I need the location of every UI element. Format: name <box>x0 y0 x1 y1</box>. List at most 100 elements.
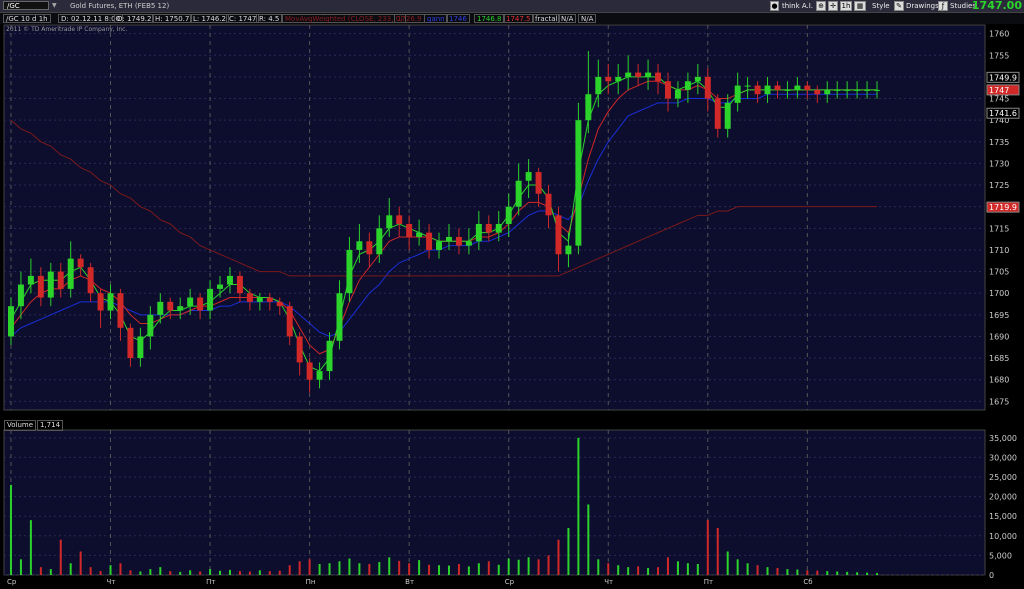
candle-body <box>465 241 472 246</box>
day-label: Чт <box>107 578 116 586</box>
volume-tick-label: 25,000 <box>989 473 1017 482</box>
candle-body <box>57 271 64 289</box>
candle-body <box>306 362 313 380</box>
volume-tick-label: 10,000 <box>989 532 1017 541</box>
day-label: Пт <box>704 578 713 586</box>
volume-bar <box>846 571 849 575</box>
volume-value: 1,714 <box>37 420 64 431</box>
candle-body <box>37 275 44 298</box>
candle-body <box>266 297 273 302</box>
volume-bar <box>756 565 759 575</box>
candle-body <box>495 223 502 233</box>
volume-bar <box>149 569 152 575</box>
volume-bar <box>806 570 809 575</box>
volume-bar <box>597 559 600 575</box>
candle-body <box>525 172 532 181</box>
volume-bar <box>736 559 739 575</box>
volume-bar <box>9 484 12 575</box>
candle-body <box>485 223 492 233</box>
volume-bar <box>567 527 570 575</box>
volume-bar <box>179 571 182 575</box>
candle-body <box>515 180 522 207</box>
volume-bar <box>288 565 291 575</box>
candle-body <box>326 340 333 372</box>
volume-bar <box>766 567 769 575</box>
candle-body <box>207 288 214 311</box>
volume-bar <box>258 570 261 575</box>
day-label: Пт <box>206 578 215 586</box>
price-tick-label: 1695 <box>989 311 1009 320</box>
price-tick-label: 1700 <box>989 289 1009 298</box>
volume-bar <box>438 565 441 575</box>
candle-body <box>167 301 174 311</box>
volume-pane <box>3 429 986 576</box>
candle-body <box>217 284 224 289</box>
volume-bar <box>29 520 32 575</box>
candle-body <box>356 241 363 250</box>
price-tick-label: 1685 <box>989 354 1009 363</box>
volume-bar <box>199 571 202 575</box>
candle-body <box>804 85 811 90</box>
candle-body <box>834 89 841 91</box>
volume-bar <box>696 564 699 575</box>
volume-bar <box>447 565 450 575</box>
candle-body <box>565 245 572 255</box>
price-marker-label: 1741.6 <box>989 109 1017 118</box>
candle-body <box>187 297 194 307</box>
candle-body <box>147 314 154 337</box>
day-label: Ср <box>7 578 17 586</box>
volume-bar <box>19 559 22 575</box>
volume-bar <box>368 564 371 575</box>
volume-bar <box>338 561 341 575</box>
candle-body <box>814 89 821 95</box>
volume-bar <box>209 569 212 575</box>
volume-bar <box>577 437 580 575</box>
candle-body <box>197 297 204 311</box>
price-tick-label: 1715 <box>989 224 1009 233</box>
volume-bar <box>517 559 520 575</box>
volume-bar <box>587 504 590 575</box>
candle-body <box>864 89 871 91</box>
volume-bar <box>139 571 142 575</box>
volume-bar <box>706 520 709 575</box>
volume-bar <box>129 570 132 575</box>
volume-bar <box>637 566 640 575</box>
price-tick-label: 1690 <box>989 332 1009 341</box>
volume-tick-label: 30,000 <box>989 453 1017 462</box>
price-tick-label: 1745 <box>989 95 1009 104</box>
volume-bar <box>79 551 82 575</box>
volume-bar <box>796 569 799 575</box>
candle-body <box>256 297 263 302</box>
candle-body <box>246 293 253 302</box>
volume-label: Volume <box>4 420 37 431</box>
volume-bar <box>219 570 222 575</box>
price-tick-label: 1705 <box>989 268 1009 277</box>
volume-bar <box>726 551 729 575</box>
day-label: Чт <box>604 578 613 586</box>
price-chart[interactable]: 1760175517501745174017351730172517201715… <box>0 0 1024 589</box>
volume-bar <box>408 563 411 575</box>
candle-body <box>664 81 671 99</box>
volume-bar <box>358 563 361 575</box>
volume-bar <box>607 563 610 575</box>
volume-bar <box>816 570 819 575</box>
candle-body <box>545 193 552 216</box>
candle-body <box>97 293 104 311</box>
price-marker-label: 1749.9 <box>989 73 1017 82</box>
volume-bar <box>866 572 869 575</box>
candle-body <box>396 215 403 224</box>
volume-bar <box>318 564 321 575</box>
volume-bar <box>826 571 829 575</box>
candle-body <box>475 223 482 242</box>
volume-bar <box>617 565 620 575</box>
day-label: Пн <box>306 578 316 586</box>
candle-body <box>117 293 124 328</box>
volume-bar <box>666 557 669 575</box>
candle-body <box>455 236 462 246</box>
volume-bar <box>507 558 510 575</box>
candle-body <box>784 89 791 91</box>
volume-bar <box>49 569 52 575</box>
candle-body <box>724 102 731 129</box>
candle-body <box>605 76 612 82</box>
volume-bar <box>776 567 779 575</box>
